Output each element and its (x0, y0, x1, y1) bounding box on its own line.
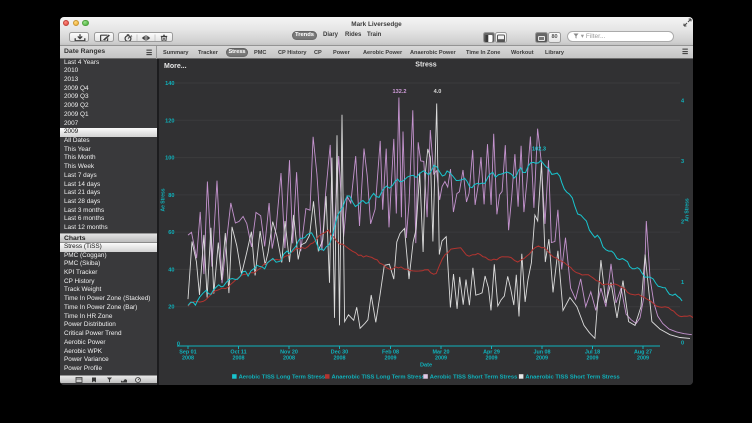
svg-text:Anaerobic TISS Short Term Stre: Anaerobic TISS Short Term Stress (525, 375, 619, 381)
svg-text:2009: 2009 (486, 356, 498, 362)
svg-text:1: 1 (681, 280, 684, 286)
svg-text:4: 4 (681, 99, 685, 105)
svg-text:80: 80 (168, 193, 174, 199)
svg-text:2009: 2009 (637, 356, 649, 362)
svg-text:132.2: 132.2 (393, 89, 407, 95)
svg-text:40: 40 (168, 267, 174, 273)
svg-text:120: 120 (165, 118, 174, 124)
svg-text:2008: 2008 (233, 356, 245, 362)
svg-text:3: 3 (681, 159, 684, 165)
svg-text:Anaerobic TISS Long Term Stres: Anaerobic TISS Long Term Stress (332, 375, 425, 381)
svg-text:More...: More... (164, 63, 187, 70)
svg-text:2008: 2008 (283, 356, 295, 362)
svg-text:2008: 2008 (334, 356, 346, 362)
svg-text:2009: 2009 (536, 356, 548, 362)
svg-text:Stress: Stress (415, 62, 437, 69)
svg-text:140: 140 (165, 81, 174, 87)
svg-text:0: 0 (681, 341, 684, 347)
svg-text:2009: 2009 (435, 356, 447, 362)
svg-text:2009: 2009 (385, 356, 397, 362)
svg-text:100: 100 (165, 156, 174, 162)
svg-text:60: 60 (168, 230, 174, 236)
svg-text:4.0: 4.0 (434, 89, 442, 95)
svg-text:20: 20 (168, 305, 174, 311)
svg-text:Aerobic TISS Short Term Stress: Aerobic TISS Short Term Stress (430, 375, 518, 381)
svg-text:102.3: 102.3 (532, 147, 546, 153)
svg-text:Date: Date (420, 363, 432, 369)
svg-text:Ae Stress: Ae Stress (160, 188, 166, 211)
svg-text:0: 0 (177, 342, 180, 348)
svg-text:An Stress: An Stress (685, 198, 691, 222)
svg-text:2009: 2009 (587, 356, 599, 362)
svg-text:Aerobic TISS Long Term Stress: Aerobic TISS Long Term Stress (239, 375, 326, 381)
svg-text:2008: 2008 (182, 356, 194, 362)
